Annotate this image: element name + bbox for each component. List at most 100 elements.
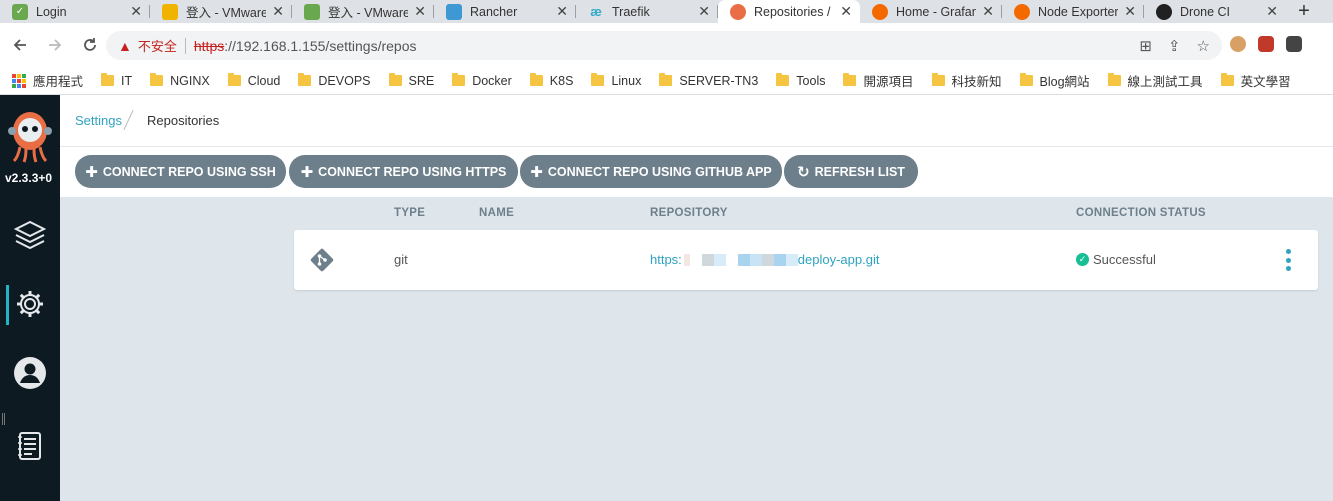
extension-icon[interactable] [1230, 36, 1246, 52]
connection-status: ✓ Successful [1076, 252, 1156, 267]
repo-type: git [394, 252, 408, 267]
reload-button[interactable] [75, 30, 105, 60]
back-button[interactable] [5, 30, 35, 60]
table-row[interactable]: git https: deploy-app.git ✓ Successful [294, 230, 1318, 290]
close-icon[interactable]: ✕ [130, 3, 142, 20]
bookmark-folder[interactable]: 科技新知 [931, 71, 1002, 90]
user-icon [14, 357, 46, 389]
bookmark-apps[interactable]: 應用程式 [12, 71, 83, 90]
browser-tab-vmware-1[interactable]: 登入 - VMware ✕ [150, 0, 292, 23]
browser-tab-rancher[interactable]: Rancher ✕ [434, 0, 576, 23]
check-circle-icon: ✓ [1076, 253, 1089, 266]
folder-icon [227, 73, 241, 86]
forward-button[interactable] [40, 30, 70, 60]
kebab-dot [1286, 257, 1291, 263]
browser-tab-login[interactable]: ✓ Login ✕ [0, 0, 150, 23]
close-icon[interactable]: ✕ [1266, 3, 1278, 20]
browser-tab-vmware-2[interactable]: 登入 - VMware ✕ [292, 0, 434, 23]
bookmark-folder[interactable]: 開源項目 [843, 71, 914, 90]
arrow-right-icon [49, 39, 62, 51]
bookmark-folder[interactable]: K8S [529, 73, 573, 88]
tab-title: Drone CI [1180, 4, 1231, 19]
close-icon[interactable]: ✕ [556, 3, 568, 20]
share-icon[interactable]: ⇪ [1168, 37, 1181, 55]
folder-icon [1220, 73, 1234, 86]
bookmark-folder[interactable]: Linux [591, 73, 641, 88]
close-icon[interactable]: ✕ [840, 3, 852, 20]
breadcrumb-settings-link[interactable]: Settings [75, 113, 122, 128]
close-icon[interactable]: ✕ [1124, 3, 1136, 20]
translate-icon[interactable]: ⊞ [1139, 37, 1152, 55]
column-header-type: TYPE [394, 207, 426, 219]
bookmark-folder[interactable]: NGINX [150, 73, 210, 88]
url-scheme: https [193, 37, 225, 54]
tab-title: 登入 - VMware [186, 6, 267, 20]
repo-url[interactable]: https: deploy-app.git [650, 252, 879, 267]
qr-code-icon[interactable] [1286, 36, 1302, 52]
folder-icon [843, 73, 857, 86]
tab-title: Rancher [470, 4, 518, 19]
browser-tab-node-exporter[interactable]: Node Exporter ✕ [1002, 0, 1144, 23]
breadcrumb: Settings Repositories [60, 95, 1333, 147]
vmware-icon [162, 3, 178, 20]
close-icon[interactable]: ✕ [698, 3, 710, 20]
plus-icon: ✚ [530, 163, 543, 181]
connect-https-button[interactable]: ✚ CONNECT REPO USING HTTPS [289, 155, 518, 188]
sidebar-item-user-info[interactable] [0, 346, 60, 400]
gear-icon [17, 291, 43, 317]
bookmark-folder[interactable]: 英文學習 [1220, 71, 1291, 90]
column-header-name: NAME [479, 207, 515, 219]
bookmarks-bar: 應用程式 IT NGINX Cloud DEVOPS SRE Docker K8… [0, 67, 1333, 95]
bookmark-folder[interactable]: Cloud [227, 73, 280, 88]
vmware-icon [304, 3, 320, 20]
bookmark-folder[interactable]: Tools [776, 73, 825, 88]
star-icon[interactable]: ☆ [1197, 37, 1210, 55]
bookmark-folder[interactable]: 線上測試工具 [1107, 71, 1203, 90]
refresh-list-button[interactable]: ↻ REFRESH LIST [784, 155, 918, 188]
folder-icon [388, 73, 402, 86]
address-bar[interactable]: ▲ 不安全 https ://192.168.1.155/settings/re… [106, 31, 1222, 60]
new-tab-button[interactable]: + [1292, 0, 1316, 23]
column-header-repository: REPOSITORY [650, 207, 728, 219]
browser-tab-drone-ci[interactable]: Drone CI ✕ [1144, 0, 1286, 23]
bookmark-folder[interactable]: DEVOPS [298, 73, 371, 88]
connect-github-app-button[interactable]: ✚ CONNECT REPO USING GITHUB APP [520, 155, 782, 188]
kebab-dot [1286, 266, 1291, 271]
tab-title: Login [36, 4, 67, 19]
close-icon[interactable]: ✕ [272, 3, 284, 20]
bookmark-folder[interactable]: Docker [452, 73, 512, 88]
plus-icon: ✚ [300, 163, 314, 181]
browser-tab-grafana-home[interactable]: Home - Grafana ✕ [860, 0, 1002, 23]
folder-icon [452, 73, 466, 86]
warning-icon: ▲ [118, 37, 132, 54]
bookmark-folder[interactable]: IT [101, 73, 132, 88]
browser-tab-traefik[interactable]: æ Traefik ✕ [576, 0, 718, 23]
browser-tab-repositories[interactable]: Repositories / ✕ [718, 0, 860, 23]
connect-ssh-button[interactable]: ✚ CONNECT REPO USING SSH [75, 155, 286, 188]
tab-title: 登入 - VMware [328, 6, 409, 20]
bookmark-folder[interactable]: SERVER-TN3 [659, 73, 758, 88]
bookmark-folder[interactable]: SRE [388, 73, 434, 88]
docs-icon [18, 432, 41, 460]
git-icon [310, 248, 334, 272]
argo-logo-icon[interactable] [6, 109, 54, 163]
bookmark-folder[interactable]: Blog網站 [1019, 71, 1090, 90]
resize-handle[interactable] [2, 413, 5, 425]
sidebar-item-applications[interactable] [0, 208, 60, 262]
table-header: TYPE NAME REPOSITORY CONNECTION STATUS [60, 197, 1333, 229]
action-toolbar: ✚ CONNECT REPO USING SSH ✚ CONNECT REPO … [60, 147, 1333, 197]
sidebar-item-documentation[interactable] [0, 419, 60, 473]
tab-title: Repositories / [754, 4, 831, 19]
arrow-left-icon [13, 39, 26, 51]
reload-icon [84, 38, 96, 51]
folder-icon [659, 73, 673, 86]
close-icon[interactable]: ✕ [414, 3, 426, 20]
folder-icon [1019, 73, 1033, 86]
extension-icon[interactable] [1258, 36, 1274, 52]
close-icon[interactable]: ✕ [982, 3, 994, 20]
leaf-icon: ✓ [12, 3, 28, 20]
row-menu-button[interactable] [1286, 249, 1292, 271]
main-content: Settings Repositories ✚ CONNECT REPO USI… [60, 95, 1333, 501]
url-path: ://192.168.1.155/settings/repos [224, 37, 417, 54]
sidebar-item-settings[interactable] [0, 277, 60, 331]
